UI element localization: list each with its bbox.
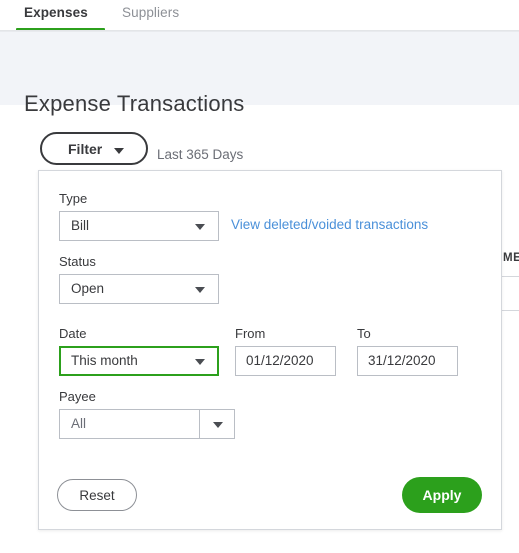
type-select-value: Bill — [71, 218, 90, 233]
payee-label: Payee — [59, 389, 96, 404]
apply-button-label: Apply — [422, 487, 462, 503]
date-range-select-value: This month — [71, 353, 138, 368]
apply-button[interactable]: Apply — [402, 477, 482, 513]
page-header-band: Expense Transactions — [0, 31, 519, 116]
date-range-select[interactable]: This month — [59, 346, 219, 376]
chevron-down-icon — [114, 148, 124, 154]
from-date-value: 01/12/2020 — [246, 353, 314, 368]
from-date-input[interactable]: 01/12/2020 — [235, 346, 336, 376]
table-column-header-memo: ME — [503, 252, 519, 264]
chevron-down-icon[interactable] — [213, 422, 223, 428]
to-label: To — [357, 326, 371, 341]
type-label: Type — [59, 191, 88, 206]
reset-button-label: Reset — [79, 488, 115, 503]
chevron-down-icon — [195, 359, 205, 365]
filter-button[interactable]: Filter — [40, 132, 148, 165]
status-select-value: Open — [71, 281, 105, 296]
payee-select-value: All — [71, 416, 87, 431]
view-deleted-voided-transactions-link[interactable]: View deleted/voided transactions — [231, 217, 428, 232]
payee-select-divider — [199, 410, 200, 438]
to-date-input[interactable]: 31/12/2020 — [357, 346, 458, 376]
table-row-divider — [500, 276, 519, 277]
reset-button[interactable]: Reset — [57, 479, 137, 511]
to-date-value: 31/12/2020 — [368, 353, 436, 368]
date-label: Date — [59, 326, 87, 341]
active-date-range-text: Last 365 Days — [157, 147, 244, 162]
chevron-down-icon — [195, 287, 205, 293]
status-label: Status — [59, 254, 96, 269]
from-label: From — [235, 326, 266, 341]
filter-panel: Type Bill View deleted/voided transactio… — [38, 170, 502, 530]
filter-button-label: Filter — [68, 141, 103, 157]
tab-expenses[interactable]: Expenses — [22, 5, 90, 29]
page-title: Expense Transactions — [24, 91, 245, 116]
tab-bar: Expenses Suppliers — [0, 0, 519, 33]
status-select[interactable]: Open — [59, 274, 219, 304]
type-select[interactable]: Bill — [59, 211, 219, 241]
payee-select[interactable]: All — [59, 409, 235, 439]
chevron-down-icon — [195, 224, 205, 230]
table-row-divider — [500, 310, 519, 311]
tab-suppliers[interactable]: Suppliers — [120, 5, 181, 29]
